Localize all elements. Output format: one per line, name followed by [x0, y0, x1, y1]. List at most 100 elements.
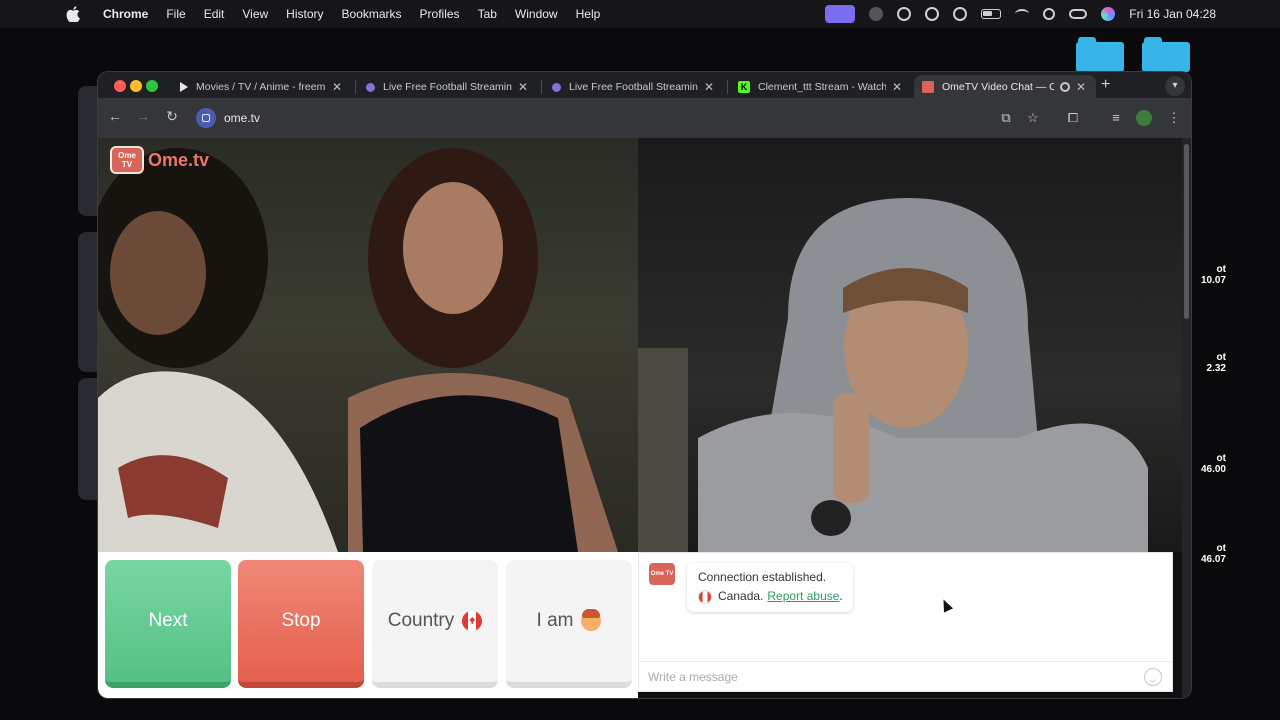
browser-toolbar: ← → ↻ ome.tv ⧉ ☆ ⧠ ≡ ⋮ [98, 98, 1191, 138]
tab-title: OmeTV Video Chat — On [942, 81, 1054, 93]
stop-button-label: Stop [281, 610, 321, 631]
ometv-logo-text: Ome.tv [148, 149, 210, 170]
apple-icon[interactable] [66, 6, 80, 22]
page-scrollbar[interactable] [1182, 138, 1191, 698]
menu-app-name[interactable]: Chrome [94, 0, 157, 28]
tab-search-icon[interactable]: ▾ [1165, 76, 1185, 96]
scrollbar-thumb[interactable] [1184, 144, 1189, 319]
close-window-button[interactable] [114, 80, 126, 92]
tab-kick-stream[interactable]: K Clement_ttt Stream - Watch ✕ [730, 75, 912, 99]
close-tab-icon[interactable]: ✕ [1074, 80, 1088, 94]
tab-title: Clement_ttt Stream - Watch [758, 81, 886, 93]
minimize-window-button[interactable] [130, 80, 142, 92]
macos-menubar: Chrome File Edit View History Bookmarks … [0, 0, 1280, 28]
menu-history[interactable]: History [277, 0, 332, 28]
status-dot-icon[interactable] [869, 7, 884, 21]
gender-button[interactable]: I am [506, 560, 632, 688]
close-tab-icon[interactable]: ✕ [890, 80, 904, 94]
kick-icon: K [738, 81, 750, 93]
gender-button-label: I am [536, 610, 574, 631]
menu-profiles[interactable]: Profiles [411, 0, 469, 28]
tab-divider [355, 80, 356, 94]
menu-bookmarks[interactable]: Bookmarks [333, 0, 411, 28]
screen-record-icon[interactable] [825, 5, 856, 23]
menubar-clock[interactable]: Fri 16 Jan 04:28 [1129, 7, 1216, 21]
menu-window[interactable]: Window [506, 0, 567, 28]
airplay-icon[interactable] [897, 7, 912, 21]
canada-flag-icon [462, 611, 483, 631]
desktop-widget-text: ot 46.00 [1200, 453, 1226, 475]
page-content: Ome TV Ome.tv Next Stop Country I am Ome… [98, 138, 1191, 698]
extensions-icon[interactable]: ⧠ [1065, 110, 1081, 126]
tab-divider [727, 80, 728, 94]
ometv-logo[interactable]: Ome TV Ome.tv [110, 146, 209, 174]
play-status-icon[interactable] [953, 7, 968, 21]
tab-title: Movies / TV / Anime - freem [196, 81, 326, 93]
tab-football-1[interactable]: Live Free Football Streaming ✕ [358, 75, 538, 99]
battery-icon[interactable] [981, 9, 1002, 19]
menu-file[interactable]: File [157, 0, 194, 28]
zoom-window-button[interactable] [146, 80, 158, 92]
close-tab-icon[interactable]: ✕ [516, 80, 530, 94]
football-icon [366, 82, 375, 92]
report-abuse-link[interactable]: Report abuse [767, 587, 839, 606]
canada-flag-icon [698, 589, 712, 604]
install-app-icon[interactable]: ⧉ [998, 110, 1014, 126]
tab-football-2[interactable]: Live Free Football Streaming ✕ [544, 75, 724, 99]
folder-icon[interactable] [1142, 37, 1190, 72]
mouse-cursor-icon [938, 597, 954, 613]
control-center-icon[interactable] [1069, 9, 1088, 19]
menu-tab[interactable]: Tab [469, 0, 506, 28]
tab-movies[interactable]: Movies / TV / Anime - freem ✕ [172, 75, 352, 99]
wifi-icon[interactable] [1015, 9, 1030, 19]
bookmark-star-icon[interactable]: ☆ [1025, 110, 1041, 126]
ometv-icon [922, 81, 934, 93]
menu-view[interactable]: View [233, 0, 277, 28]
my-camera-video [638, 138, 1182, 552]
folder-icon[interactable] [1076, 37, 1124, 72]
desktop-widget-text: ot 46.07 [1200, 543, 1226, 565]
spotlight-search-icon[interactable] [1043, 8, 1056, 20]
chrome-window: Movies / TV / Anime - freem ✕ Live Free … [98, 72, 1191, 698]
tab-divider [541, 80, 542, 94]
menu-edit[interactable]: Edit [195, 0, 234, 28]
url-text[interactable]: ome.tv [224, 111, 260, 125]
forward-icon[interactable]: → [133, 108, 153, 124]
chat-controls: Next Stop Country I am [98, 552, 638, 698]
profile-avatar[interactable] [1136, 110, 1152, 126]
media-controls-icon[interactable]: ≡ [1108, 110, 1124, 125]
football-icon [552, 82, 561, 92]
next-button[interactable]: Next [105, 560, 231, 688]
back-icon[interactable]: ← [105, 108, 125, 124]
ometv-chat-logo-icon: Ome TV [649, 563, 675, 585]
report-suffix: . [839, 589, 843, 603]
new-tab-icon[interactable]: + [1101, 76, 1110, 94]
emoji-picker-icon[interactable] [1144, 668, 1162, 686]
menu-help[interactable]: Help [567, 0, 610, 28]
next-button-label: Next [148, 610, 188, 631]
connection-status-text: Connection established. [698, 570, 827, 584]
tab-ometv[interactable]: OmeTV Video Chat — On ✕ [914, 75, 1096, 99]
chat-panel: Ome TV Connection established. Canada. R… [638, 552, 1173, 692]
message-input[interactable]: Write a message [639, 661, 1172, 691]
country-button-label: Country [387, 610, 455, 631]
site-info-icon[interactable] [196, 108, 216, 128]
chrome-menu-icon[interactable]: ⋮ [1166, 110, 1182, 126]
address-bar[interactable]: ome.tv [194, 105, 1109, 131]
reload-icon[interactable]: ↻ [162, 108, 182, 125]
boy-emoji-icon [581, 609, 602, 631]
close-tab-icon[interactable]: ✕ [702, 80, 716, 94]
stop-button[interactable]: Stop [238, 560, 364, 688]
partner-country-row: Canada. Report abuse. [698, 587, 843, 606]
desktop-widget-text: ot 2.32 [1206, 352, 1226, 374]
message-input-placeholder: Write a message [648, 669, 738, 684]
play-icon [180, 82, 188, 92]
menu-items: Chrome File Edit View History Bookmarks … [94, 0, 609, 28]
arc-icon[interactable] [925, 7, 940, 21]
close-tab-icon[interactable]: ✕ [330, 80, 344, 94]
tab-title: Live Free Football Streaming [569, 81, 698, 93]
system-message: Connection established. Canada. Report a… [687, 563, 853, 612]
siri-icon[interactable] [1101, 7, 1116, 21]
country-button[interactable]: Country [372, 560, 498, 688]
desktop-widget-text: ot 10.07 [1200, 264, 1226, 286]
